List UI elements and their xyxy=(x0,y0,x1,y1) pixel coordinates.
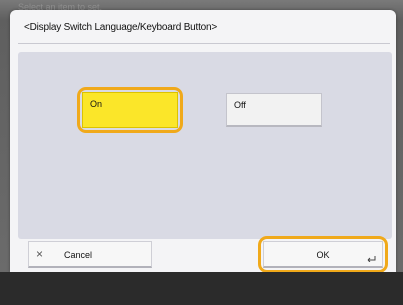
option-off-button[interactable]: Off xyxy=(226,93,322,127)
option-on-button[interactable]: On xyxy=(82,92,178,128)
options-panel xyxy=(18,52,392,239)
title-divider xyxy=(18,43,390,44)
ok-button[interactable]: OK xyxy=(263,241,383,268)
device-screen: Select an item to set. <Display Switch L… xyxy=(0,0,403,305)
ok-label: OK xyxy=(316,250,330,260)
option-on-label: On xyxy=(90,99,103,109)
close-x-icon: × xyxy=(36,247,44,261)
cancel-button[interactable]: × Cancel xyxy=(28,241,152,268)
cancel-label: Cancel xyxy=(64,250,93,260)
bottom-status-bar xyxy=(0,272,403,305)
option-off-label: Off xyxy=(234,100,246,110)
dialog-title: <Display Switch Language/Keyboard Button… xyxy=(24,22,218,33)
enter-return-icon xyxy=(367,256,376,262)
settings-dialog: <Display Switch Language/Keyboard Button… xyxy=(10,10,396,273)
